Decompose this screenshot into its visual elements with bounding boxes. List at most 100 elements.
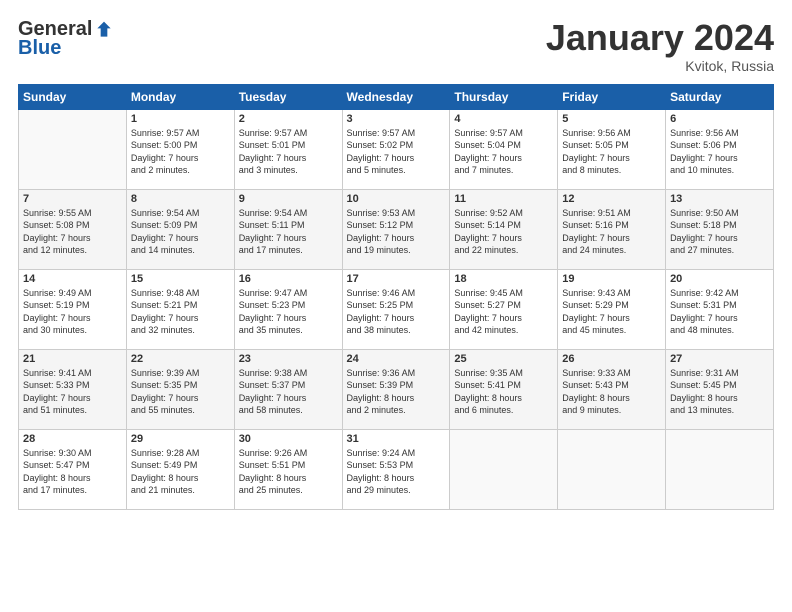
day-info: Sunrise: 9:57 AM Sunset: 5:00 PM Dayligh… xyxy=(131,127,230,177)
calendar-table: SundayMondayTuesdayWednesdayThursdayFrid… xyxy=(18,84,774,510)
header-friday: Friday xyxy=(558,84,666,109)
calendar-cell xyxy=(558,429,666,509)
day-number: 6 xyxy=(670,113,769,125)
calendar-cell: 23 Sunrise: 9:38 AM Sunset: 5:37 PM Dayli… xyxy=(234,349,342,429)
calendar-cell: 8 Sunrise: 9:54 AM Sunset: 5:09 PM Daylig… xyxy=(126,189,234,269)
day-info: Sunrise: 9:39 AM Sunset: 5:35 PM Dayligh… xyxy=(131,367,230,417)
day-number: 16 xyxy=(239,273,338,285)
day-info: Sunrise: 9:52 AM Sunset: 5:14 PM Dayligh… xyxy=(454,207,553,257)
day-info: Sunrise: 9:50 AM Sunset: 5:18 PM Dayligh… xyxy=(670,207,769,257)
calendar-cell: 7 Sunrise: 9:55 AM Sunset: 5:08 PM Daylig… xyxy=(19,189,127,269)
day-info: Sunrise: 9:43 AM Sunset: 5:29 PM Dayligh… xyxy=(562,287,661,337)
day-info: Sunrise: 9:53 AM Sunset: 5:12 PM Dayligh… xyxy=(347,207,446,257)
title-block: January 2024 Kvitok, Russia xyxy=(546,18,774,74)
day-info: Sunrise: 9:47 AM Sunset: 5:23 PM Dayligh… xyxy=(239,287,338,337)
calendar-cell: 6 Sunrise: 9:56 AM Sunset: 5:06 PM Daylig… xyxy=(666,109,774,189)
calendar-cell: 26 Sunrise: 9:33 AM Sunset: 5:43 PM Dayli… xyxy=(558,349,666,429)
title-month: January 2024 xyxy=(546,18,774,58)
day-info: Sunrise: 9:56 AM Sunset: 5:05 PM Dayligh… xyxy=(562,127,661,177)
day-number: 3 xyxy=(347,113,446,125)
calendar-cell: 29 Sunrise: 9:28 AM Sunset: 5:49 PM Dayli… xyxy=(126,429,234,509)
day-info: Sunrise: 9:41 AM Sunset: 5:33 PM Dayligh… xyxy=(23,367,122,417)
day-info: Sunrise: 9:57 AM Sunset: 5:04 PM Dayligh… xyxy=(454,127,553,177)
day-info: Sunrise: 9:56 AM Sunset: 5:06 PM Dayligh… xyxy=(670,127,769,177)
day-info: Sunrise: 9:55 AM Sunset: 5:08 PM Dayligh… xyxy=(23,207,122,257)
calendar-cell: 20 Sunrise: 9:42 AM Sunset: 5:31 PM Dayli… xyxy=(666,269,774,349)
header-sunday: Sunday xyxy=(19,84,127,109)
day-info: Sunrise: 9:48 AM Sunset: 5:21 PM Dayligh… xyxy=(131,287,230,337)
logo-blue: Blue xyxy=(18,37,61,60)
calendar-cell: 11 Sunrise: 9:52 AM Sunset: 5:14 PM Dayli… xyxy=(450,189,558,269)
day-info: Sunrise: 9:33 AM Sunset: 5:43 PM Dayligh… xyxy=(562,367,661,417)
logo: General Blue xyxy=(18,18,114,60)
day-info: Sunrise: 9:30 AM Sunset: 5:47 PM Dayligh… xyxy=(23,447,122,497)
day-number: 28 xyxy=(23,433,122,445)
logo-icon xyxy=(94,20,114,40)
calendar-cell: 3 Sunrise: 9:57 AM Sunset: 5:02 PM Daylig… xyxy=(342,109,450,189)
header-tuesday: Tuesday xyxy=(234,84,342,109)
week-row-0: 1 Sunrise: 9:57 AM Sunset: 5:00 PM Daylig… xyxy=(19,109,774,189)
header-thursday: Thursday xyxy=(450,84,558,109)
calendar-cell: 2Sunrise: 9:57 AM Sunset: 5:01 PM Daylig… xyxy=(234,109,342,189)
calendar-cell: 17 Sunrise: 9:46 AM Sunset: 5:25 PM Dayli… xyxy=(342,269,450,349)
day-number: 8 xyxy=(131,193,230,205)
header: General Blue January 2024 Kvitok, Russia xyxy=(18,18,774,74)
calendar-cell: 10Sunrise: 9:53 AM Sunset: 5:12 PM Dayli… xyxy=(342,189,450,269)
day-number: 27 xyxy=(670,353,769,365)
day-info: Sunrise: 9:42 AM Sunset: 5:31 PM Dayligh… xyxy=(670,287,769,337)
day-number: 4 xyxy=(454,113,553,125)
day-number: 22 xyxy=(131,353,230,365)
day-number: 5 xyxy=(562,113,661,125)
header-wednesday: Wednesday xyxy=(342,84,450,109)
day-number: 24 xyxy=(347,353,446,365)
day-info: Sunrise: 9:31 AM Sunset: 5:45 PM Dayligh… xyxy=(670,367,769,417)
header-monday: Monday xyxy=(126,84,234,109)
calendar-cell xyxy=(450,429,558,509)
header-saturday: Saturday xyxy=(666,84,774,109)
day-number: 30 xyxy=(239,433,338,445)
calendar-cell: 30 Sunrise: 9:26 AM Sunset: 5:51 PM Dayli… xyxy=(234,429,342,509)
day-info: Sunrise: 9:51 AM Sunset: 5:16 PM Dayligh… xyxy=(562,207,661,257)
day-number: 18 xyxy=(454,273,553,285)
day-number: 1 xyxy=(131,113,230,125)
calendar-cell xyxy=(666,429,774,509)
day-number: 20 xyxy=(670,273,769,285)
week-row-2: 14Sunrise: 9:49 AM Sunset: 5:19 PM Dayli… xyxy=(19,269,774,349)
calendar-cell: 31Sunrise: 9:24 AM Sunset: 5:53 PM Dayli… xyxy=(342,429,450,509)
calendar-cell: 5 Sunrise: 9:56 AM Sunset: 5:05 PM Daylig… xyxy=(558,109,666,189)
day-info: Sunrise: 9:38 AM Sunset: 5:37 PM Dayligh… xyxy=(239,367,338,417)
day-number: 15 xyxy=(131,273,230,285)
day-number: 17 xyxy=(347,273,446,285)
calendar-cell: 24Sunrise: 9:36 AM Sunset: 5:39 PM Dayli… xyxy=(342,349,450,429)
day-number: 11 xyxy=(454,193,553,205)
day-info: Sunrise: 9:46 AM Sunset: 5:25 PM Dayligh… xyxy=(347,287,446,337)
day-number: 13 xyxy=(670,193,769,205)
calendar-cell: 27 Sunrise: 9:31 AM Sunset: 5:45 PM Dayli… xyxy=(666,349,774,429)
day-info: Sunrise: 9:57 AM Sunset: 5:02 PM Dayligh… xyxy=(347,127,446,177)
day-info: Sunrise: 9:57 AM Sunset: 5:01 PM Dayligh… xyxy=(239,127,338,177)
calendar-cell: 14Sunrise: 9:49 AM Sunset: 5:19 PM Dayli… xyxy=(19,269,127,349)
day-number: 23 xyxy=(239,353,338,365)
day-info: Sunrise: 9:54 AM Sunset: 5:09 PM Dayligh… xyxy=(131,207,230,257)
calendar-cell: 22 Sunrise: 9:39 AM Sunset: 5:35 PM Dayli… xyxy=(126,349,234,429)
title-location: Kvitok, Russia xyxy=(546,58,774,74)
calendar-cell: 21Sunrise: 9:41 AM Sunset: 5:33 PM Dayli… xyxy=(19,349,127,429)
calendar-cell: 16 Sunrise: 9:47 AM Sunset: 5:23 PM Dayli… xyxy=(234,269,342,349)
week-row-1: 7 Sunrise: 9:55 AM Sunset: 5:08 PM Daylig… xyxy=(19,189,774,269)
day-info: Sunrise: 9:35 AM Sunset: 5:41 PM Dayligh… xyxy=(454,367,553,417)
header-row: SundayMondayTuesdayWednesdayThursdayFrid… xyxy=(19,84,774,109)
calendar-cell: 4 Sunrise: 9:57 AM Sunset: 5:04 PM Daylig… xyxy=(450,109,558,189)
day-info: Sunrise: 9:28 AM Sunset: 5:49 PM Dayligh… xyxy=(131,447,230,497)
week-row-3: 21Sunrise: 9:41 AM Sunset: 5:33 PM Dayli… xyxy=(19,349,774,429)
day-number: 26 xyxy=(562,353,661,365)
day-info: Sunrise: 9:54 AM Sunset: 5:11 PM Dayligh… xyxy=(239,207,338,257)
day-number: 7 xyxy=(23,193,122,205)
day-info: Sunrise: 9:45 AM Sunset: 5:27 PM Dayligh… xyxy=(454,287,553,337)
calendar-cell: 1 Sunrise: 9:57 AM Sunset: 5:00 PM Daylig… xyxy=(126,109,234,189)
day-number: 29 xyxy=(131,433,230,445)
day-number: 31 xyxy=(347,433,446,445)
day-number: 19 xyxy=(562,273,661,285)
calendar-cell: 19 Sunrise: 9:43 AM Sunset: 5:29 PM Dayli… xyxy=(558,269,666,349)
day-number: 9 xyxy=(239,193,338,205)
day-info: Sunrise: 9:26 AM Sunset: 5:51 PM Dayligh… xyxy=(239,447,338,497)
